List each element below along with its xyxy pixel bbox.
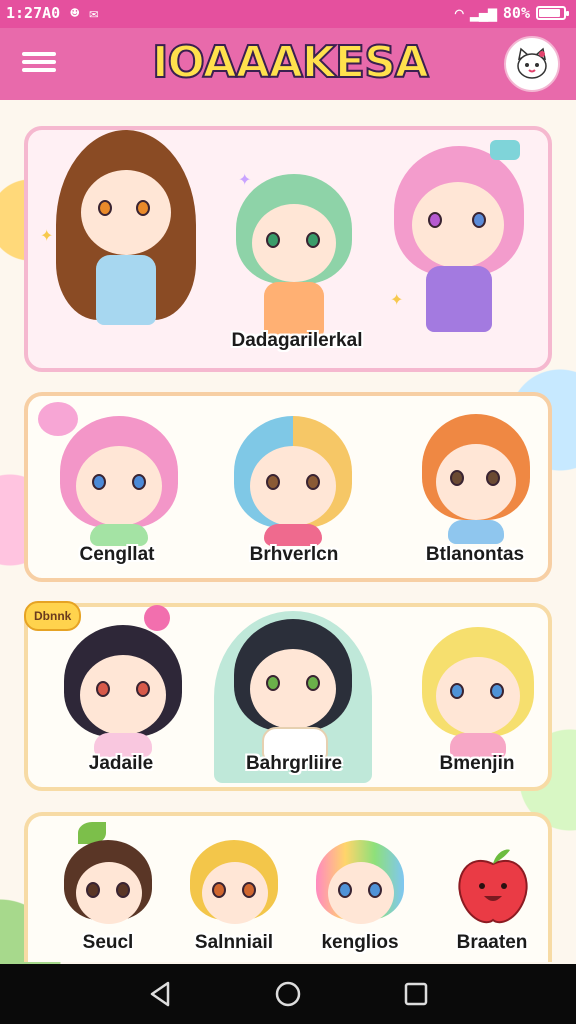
signal-icon: ▂▄▆ [469,4,497,22]
sparkle-icon: ✦ [390,290,404,309]
character-green-hair[interactable] [224,166,364,356]
mail-icon: ✉ [89,4,99,22]
character-row-card: Seucl Salnniail kenglios Braaten [24,812,552,962]
character-rainbow-hair[interactable] [310,826,410,936]
status-bar: 1:27A0 ☻ ✉ ◠ ▂▄▆ 80% [0,0,576,28]
hamburger-menu-icon[interactable] [22,48,56,78]
character-label: Dadagarilerkal [231,330,363,351]
character-label: Btlanontas [425,544,525,565]
character-label: Seucl [82,932,134,953]
app-title: IOAAAKESA [151,36,430,89]
back-triangle-icon[interactable] [144,978,176,1010]
wifi-icon: ◠ [454,4,464,22]
character-orange-hair[interactable] [416,406,536,546]
character-cat-ear-hair[interactable] [228,414,358,546]
recents-square-icon[interactable] [400,978,432,1010]
character-pink-short-hair[interactable] [54,414,184,546]
character-black-hair[interactable] [58,605,188,759]
featured-character-card[interactable]: Dadagarilerkal ✦ ✦ ✦ [24,126,552,372]
character-pink-hair-ribbon[interactable] [380,136,540,356]
bow-icon [490,140,520,160]
character-label: Jadaile [88,753,154,774]
character-brown-hair[interactable] [36,120,216,360]
notification-icon: ☻ [70,4,80,22]
battery-icon [536,6,569,20]
character-label: Braaten [456,932,528,953]
system-nav-bar [0,964,576,1024]
character-label: kenglios [321,932,399,953]
home-circle-icon[interactable] [272,978,304,1010]
app-bar: IOAAAKESA [0,28,576,100]
clock: 1:27A0 [6,4,61,22]
apple-character[interactable] [448,842,538,932]
character-brown-sprout[interactable] [58,822,158,936]
sparkle-icon: ✦ [238,170,252,189]
character-row-card: Dbnnk Jadaile Bahrgrliire Bmenjin [24,601,552,791]
pink-bow-icon [144,605,170,631]
character-label: Bmenjin [439,753,515,774]
battery-percent: 80% [502,4,530,22]
character-row-card: Cengllat Brhverlcn Btlanontas [24,392,552,582]
character-blonde-hair[interactable] [416,621,540,761]
character-label: Cengllat [79,544,155,565]
cat-mascot-icon[interactable] [504,36,560,92]
character-label: Brhverlcn [249,544,339,565]
character-label: Salnniail [194,932,274,953]
character-blonde-sprout[interactable] [184,826,284,936]
sparkle-icon: ✦ [40,226,54,245]
character-label: Bahrgrliire [245,753,343,774]
